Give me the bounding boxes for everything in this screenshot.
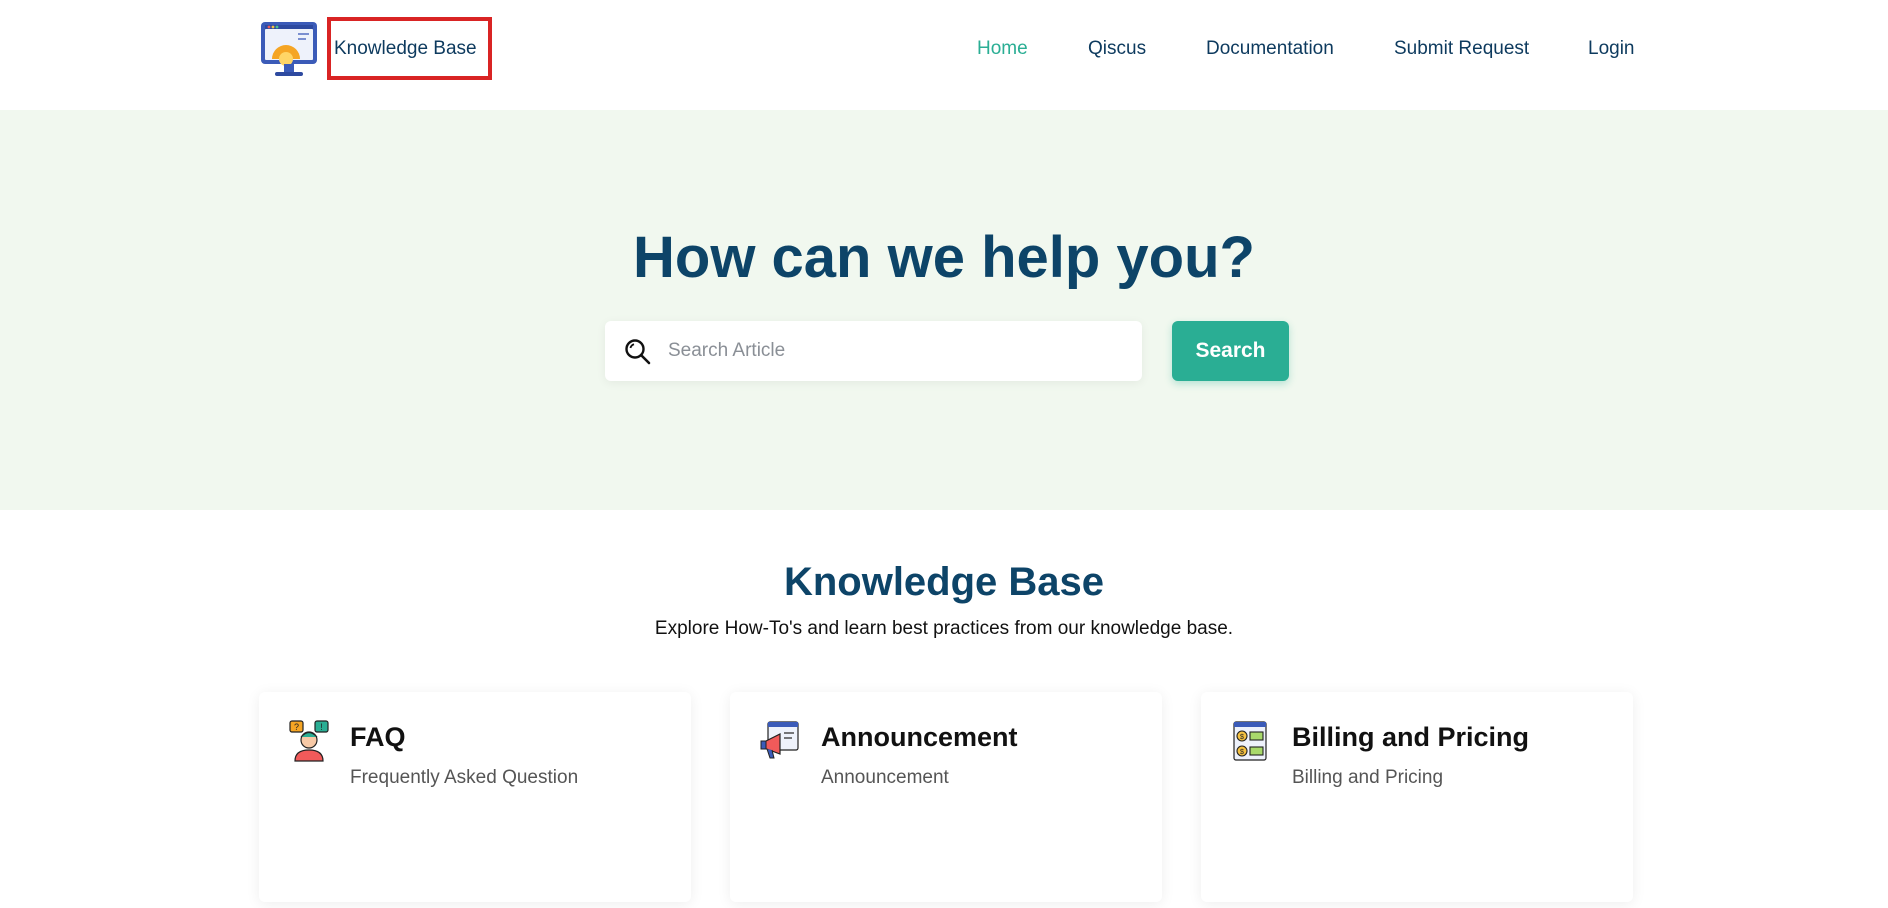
- nav-login[interactable]: Login: [1588, 38, 1635, 60]
- card-billing-and-pricing[interactable]: $ $ Billing and Pricing Billing and Pric…: [1201, 692, 1633, 902]
- card-title: Billing and Pricing: [1292, 722, 1530, 752]
- billing-document-icon: $ $: [1233, 721, 1267, 761]
- section-subtitle: Explore How-To's and learn best practice…: [654, 618, 1234, 639]
- brand-link[interactable]: Knowledge Base: [334, 38, 477, 60]
- svg-text:$: $: [1240, 734, 1244, 741]
- section-title: Knowledge Base: [783, 560, 1105, 604]
- card-announcement[interactable]: Announcement Announcement: [730, 692, 1162, 902]
- megaphone-icon: [760, 721, 799, 759]
- hero-title: How can we help you?: [633, 225, 1255, 290]
- hero-section: How can we help you? Search: [0, 110, 1888, 510]
- search-button[interactable]: Search: [1172, 321, 1289, 381]
- card-faq[interactable]: ? ! FAQ Frequently Asked Question: [259, 692, 691, 902]
- nav-submit-request[interactable]: Submit Request: [1394, 38, 1529, 60]
- nav-documentation[interactable]: Documentation: [1206, 38, 1334, 60]
- search-icon: [625, 339, 651, 365]
- nav-qiscus[interactable]: Qiscus: [1088, 38, 1146, 60]
- monitor-logo-icon[interactable]: [258, 19, 320, 81]
- svg-text:$: $: [1240, 749, 1244, 756]
- search-box[interactable]: [605, 321, 1142, 381]
- svg-text:?: ?: [294, 722, 299, 732]
- search-input[interactable]: [668, 333, 1118, 369]
- card-title: FAQ: [350, 722, 406, 752]
- card-description: Announcement: [821, 767, 949, 788]
- card-description: Frequently Asked Question: [350, 767, 579, 788]
- card-description: Billing and Pricing: [1292, 767, 1444, 788]
- faq-person-icon: ? !: [289, 720, 329, 762]
- nav-home[interactable]: Home: [977, 38, 1028, 60]
- site-header: Knowledge Base Home Qiscus Documentation…: [0, 0, 1888, 110]
- card-title: Announcement: [821, 722, 1018, 752]
- svg-text:!: !: [320, 722, 323, 732]
